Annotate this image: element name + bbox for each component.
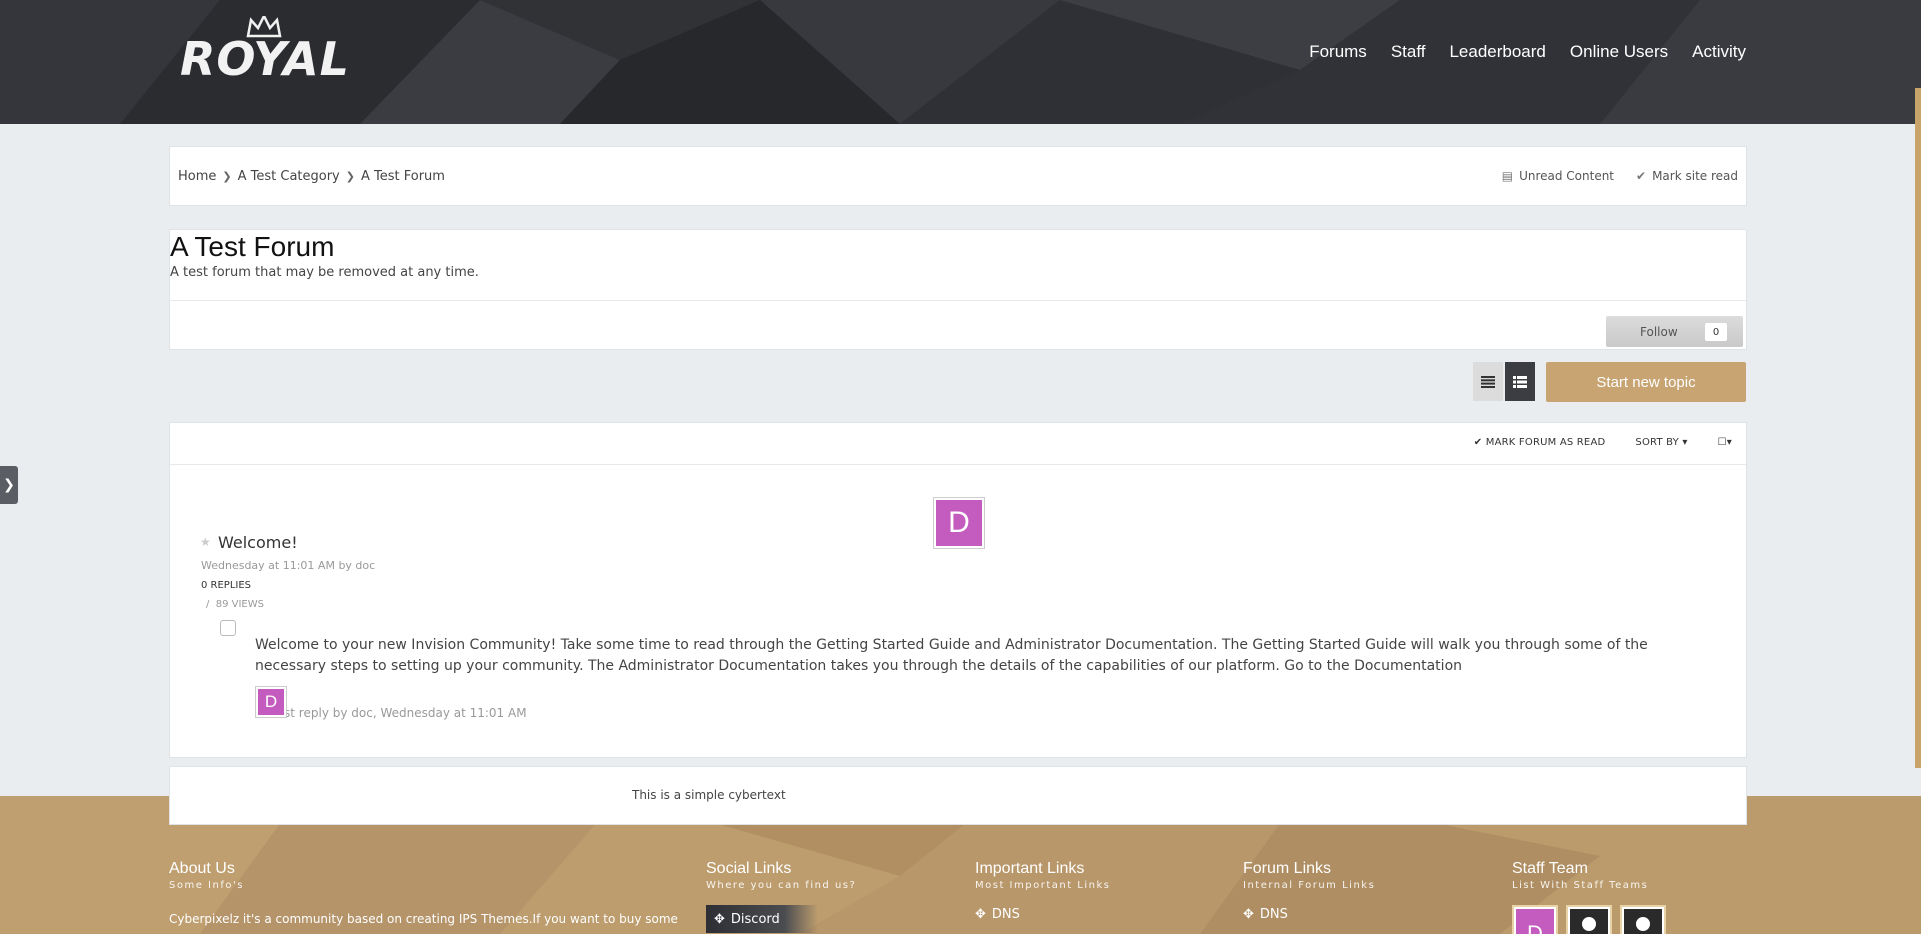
mark-site-read-label: Mark site read	[1652, 169, 1738, 183]
divider	[170, 300, 1746, 301]
nav-online-users[interactable]: Online Users	[1570, 42, 1668, 62]
sort-by-dropdown[interactable]: SORT BY ▾	[1635, 437, 1687, 448]
breadcrumb-forum[interactable]: A Test Forum	[361, 169, 445, 184]
chevron-right-icon: ❯	[3, 477, 15, 493]
newspaper-icon: ▤	[1501, 169, 1514, 183]
footer-forum-links-title: Forum Links	[1243, 860, 1332, 877]
topic-select-checkbox[interactable]	[220, 620, 236, 636]
caret-down-icon: ▾	[1726, 437, 1732, 448]
site-header: ROYAL Forums Staff Leaderboard Online Us…	[0, 0, 1921, 124]
check-icon: ✔	[1636, 169, 1647, 183]
footer-social-title: Social Links	[706, 860, 792, 877]
footer-important-link[interactable]: ✥ DNS	[975, 907, 1111, 922]
move-icon: ✥	[975, 907, 986, 922]
star-icon: ★	[200, 535, 211, 549]
footer-important-sub: Most Important Links	[975, 880, 1111, 891]
footer-staff-title: Staff Team	[1512, 860, 1588, 877]
footer-about-body: Cyberpixelz it's a community based on cr…	[169, 912, 678, 926]
breadcrumb-actions: ▤ Unread Content ✔ Mark site read	[1502, 169, 1738, 183]
breadcrumb-category[interactable]: A Test Category	[238, 169, 340, 184]
site-logo[interactable]: ROYAL	[180, 14, 349, 86]
default-user-icon	[1624, 909, 1662, 934]
list-icon	[1481, 375, 1495, 388]
default-user-icon	[1570, 909, 1608, 934]
topic-views-count: 89 VIEWS	[215, 599, 264, 610]
mark-forum-read-label: MARK FORUM AS READ	[1485, 437, 1606, 448]
footer-social: Social Links Where you can find us? ✥ Di…	[706, 860, 856, 933]
select-all-dropdown[interactable]: ☐▾	[1718, 437, 1732, 448]
topic-views: / 89 VIEWS	[206, 599, 264, 610]
forum-header: A Test Forum A test forum that may be re…	[169, 229, 1747, 350]
list-view-button[interactable]	[1473, 362, 1503, 401]
checkbox-icon: ☐	[1717, 437, 1727, 448]
discord-link[interactable]: ✥ Discord	[706, 905, 818, 933]
follow-count: 0	[1705, 323, 1727, 341]
sort-by-label: SORT BY	[1635, 437, 1679, 448]
nav-activity[interactable]: Activity	[1692, 42, 1746, 62]
check-icon: ✔	[1473, 437, 1483, 448]
mark-forum-read-button[interactable]: ✔ MARK FORUM AS READ	[1474, 437, 1606, 448]
avatar[interactable]	[1620, 905, 1666, 934]
start-new-topic-button[interactable]: Start new topic	[1546, 362, 1746, 402]
move-icon: ✥	[714, 911, 725, 927]
follow-label: Follow	[1640, 324, 1678, 339]
avatar-letter: D	[258, 689, 284, 715]
topic-meta: Wednesday at 11:01 AM by doc	[201, 559, 376, 572]
footer-important: Important Links Most Important Links ✥ D…	[975, 860, 1111, 922]
nav-leaderboard[interactable]: Leaderboard	[1449, 42, 1545, 62]
avatar[interactable]	[1566, 905, 1612, 934]
nav-staff[interactable]: Staff	[1391, 42, 1426, 62]
unread-content-label: Unread Content	[1519, 169, 1615, 183]
footer-staff: Staff Team List With Staff Teams D	[1512, 860, 1666, 934]
unread-content-link[interactable]: ▤ Unread Content	[1502, 169, 1614, 183]
footer-about-title: About Us	[169, 860, 235, 877]
avatar[interactable]: D	[933, 497, 985, 549]
topic-snippet: Welcome to your new Invision Community! …	[255, 637, 1648, 674]
mark-site-read-link[interactable]: ✔ Mark site read	[1636, 169, 1738, 183]
topic-list: ✔ MARK FORUM AS READ SORT BY ▾ ☐▾ D ★ We…	[169, 422, 1747, 758]
breadcrumb-home[interactable]: Home	[178, 169, 216, 184]
main-nav: Forums Staff Leaderboard Online Users Ac…	[1309, 42, 1746, 62]
avatar-letter: D	[936, 500, 982, 546]
follow-button[interactable]: Follow 0	[1606, 316, 1743, 347]
last-reply-info: Last reply by doc, Wednesday at 11:01 AM	[270, 706, 527, 720]
logo-text: ROYAL	[180, 32, 350, 86]
cybertext: This is a simple cybertext	[632, 788, 786, 802]
footer-important-link-label: DNS	[991, 907, 1020, 922]
move-icon: ✥	[1243, 907, 1254, 922]
forum-description: A test forum that may be removed at any …	[170, 265, 479, 280]
footer-social-sub: Where you can find us?	[706, 880, 857, 891]
breadcrumb: Home ❯ A Test Category ❯ A Test Forum	[178, 169, 445, 184]
topic-list-toolbar: ✔ MARK FORUM AS READ SORT BY ▾ ☐▾	[170, 423, 1746, 465]
footer-about-sub: Some Info's	[169, 880, 244, 891]
table-view-button[interactable]	[1505, 362, 1535, 401]
breadcrumb-bar: Home ❯ A Test Category ❯ A Test Forum ▤ U…	[169, 146, 1747, 206]
footer-important-title: Important Links	[975, 860, 1085, 877]
discord-label: Discord	[730, 911, 780, 927]
avatar-letter: D	[1516, 909, 1554, 934]
topic-title-link[interactable]: Welcome!	[218, 533, 298, 552]
footer-staff-sub: List With Staff Teams	[1512, 880, 1649, 891]
chevron-right-icon: ❯	[222, 170, 232, 183]
footer-forum-link-label: DNS	[1259, 907, 1288, 922]
footer-about: About Us Some Info's Cyberpixelz it's a …	[169, 860, 689, 929]
caret-down-icon: ▾	[1682, 437, 1688, 448]
avatar[interactable]: D	[1512, 905, 1558, 934]
topic-replies: 0 REPLIES	[201, 580, 252, 591]
chevron-right-icon: ❯	[345, 170, 355, 183]
scrollbar-thumb[interactable]	[1915, 88, 1921, 768]
footer-forum-link[interactable]: ✥ DNS	[1243, 907, 1375, 922]
footer-forum-links: Forum Links Internal Forum Links ✥ DNS	[1243, 860, 1375, 922]
table-icon	[1513, 375, 1527, 388]
footer-forum-links-sub: Internal Forum Links	[1243, 880, 1376, 891]
cybertext-box: This is a simple cybertext	[169, 766, 1747, 825]
nav-forums[interactable]: Forums	[1309, 42, 1367, 62]
staff-avatars: D	[1512, 905, 1666, 934]
side-panel-toggle[interactable]: ❯	[0, 466, 18, 504]
avatar[interactable]: D	[255, 686, 287, 718]
page-title: A Test Forum	[170, 231, 335, 262]
